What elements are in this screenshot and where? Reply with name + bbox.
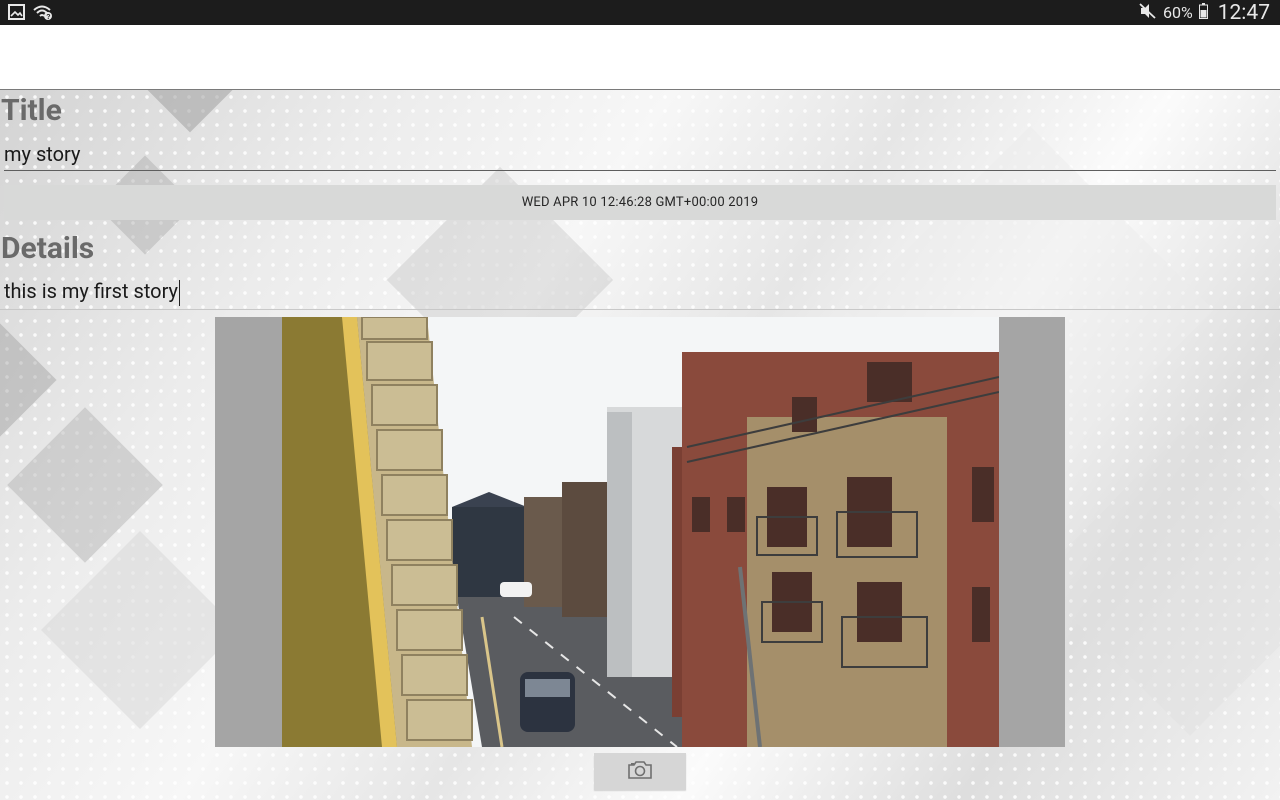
wifi-question-icon: ? bbox=[33, 4, 53, 24]
image-icon bbox=[8, 4, 25, 24]
status-icons-left: ? bbox=[8, 4, 53, 24]
battery-icon bbox=[1198, 2, 1208, 23]
photo-frame bbox=[215, 317, 1065, 747]
title-label: Title bbox=[1, 93, 62, 128]
text-cursor bbox=[179, 279, 180, 306]
background-pattern bbox=[0, 323, 57, 437]
details-input-underline bbox=[0, 309, 1280, 310]
title-input[interactable]: my story bbox=[4, 142, 1274, 170]
background-pattern bbox=[1034, 424, 1280, 736]
details-input-text: this is my first story bbox=[4, 279, 178, 303]
status-icons-right: 60% 12:47 bbox=[1139, 0, 1270, 25]
story-form: Title my story WED APR 10 12:46:28 GMT+0… bbox=[0, 90, 1280, 800]
action-bar bbox=[0, 25, 1280, 90]
background-pattern bbox=[147, 90, 233, 133]
title-input-underline bbox=[4, 170, 1276, 171]
background-pattern bbox=[41, 531, 239, 729]
street-photo-illustration bbox=[282, 317, 999, 747]
mute-icon bbox=[1139, 2, 1157, 23]
details-input[interactable]: this is my first story bbox=[4, 279, 1274, 307]
take-photo-button[interactable] bbox=[594, 753, 686, 790]
status-bar: ? 60% 12:47 bbox=[0, 0, 1280, 25]
clock: 12:47 bbox=[1217, 0, 1270, 25]
date-button[interactable]: WED APR 10 12:46:28 GMT+00:00 2019 bbox=[4, 185, 1276, 220]
story-photo bbox=[282, 317, 999, 747]
battery-percent: 60% bbox=[1163, 3, 1193, 22]
svg-text:?: ? bbox=[46, 14, 50, 20]
camera-icon bbox=[627, 760, 653, 783]
details-label: Details bbox=[1, 231, 95, 266]
